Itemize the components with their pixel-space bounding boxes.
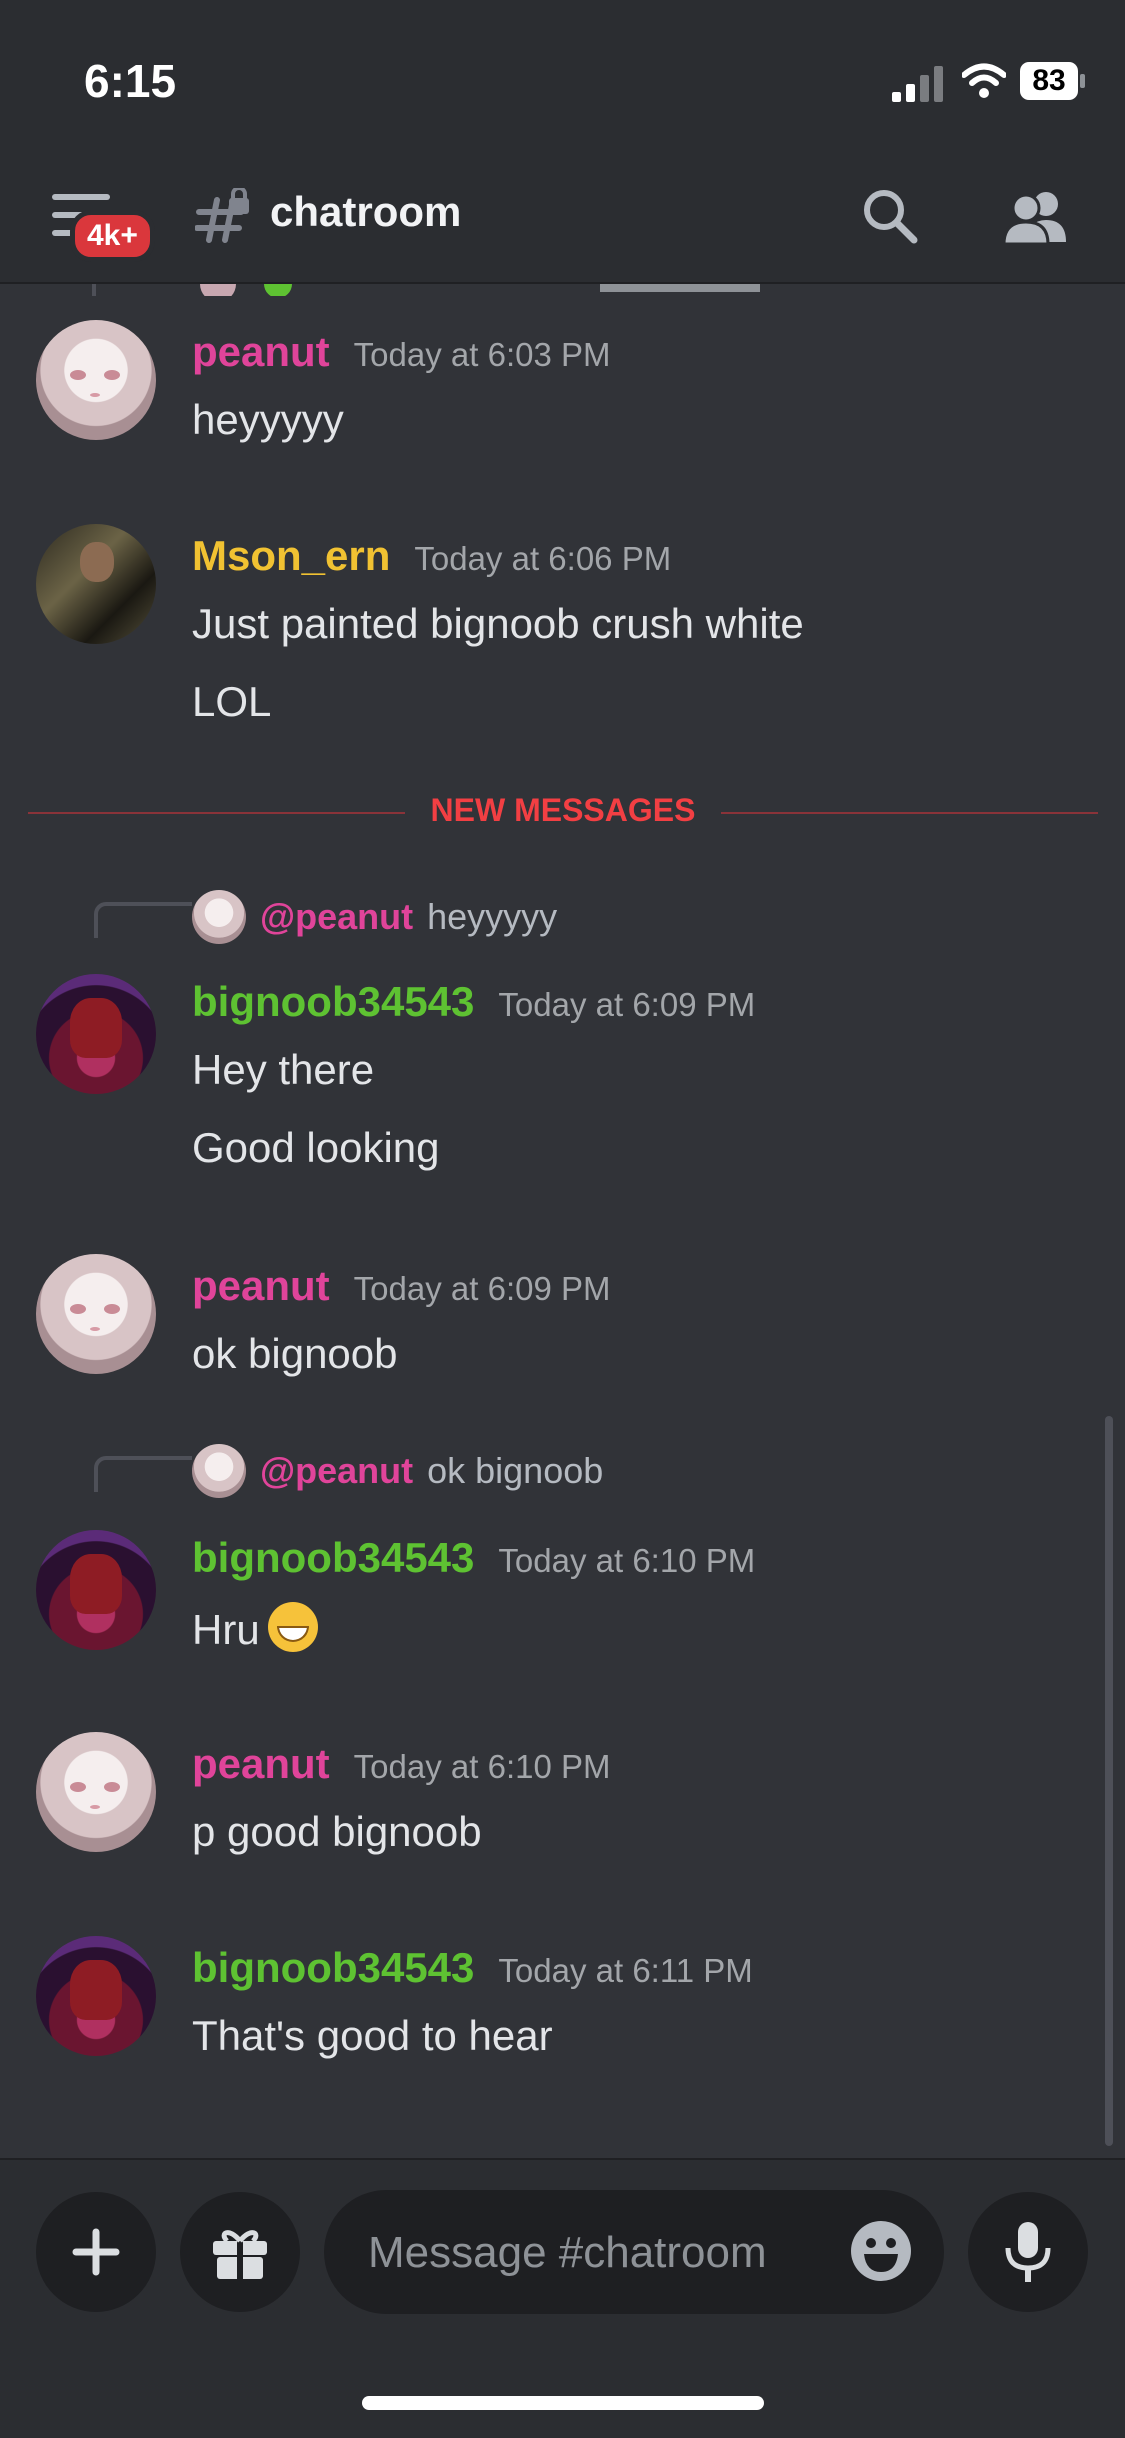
reply-connector [94, 1456, 192, 1492]
avatar[interactable] [36, 974, 156, 1094]
channel-header: 4k+ chatroom [0, 150, 1125, 284]
locked-channel-hash-icon [195, 188, 249, 243]
reply-text: heyyyyy [427, 896, 558, 937]
reply-text: ok bignoob [427, 1450, 604, 1491]
gift-icon [213, 2230, 267, 2279]
battery-indicator: 83 [1020, 62, 1086, 100]
avatar[interactable] [36, 1936, 156, 2056]
timestamp: Today at 6:10 PM [353, 1748, 611, 1785]
home-indicator[interactable] [362, 2396, 764, 2410]
timestamp: Today at 6:09 PM [498, 986, 756, 1023]
timestamp: Today at 6:11 PM [498, 1952, 753, 1989]
battery-level: 83 [1020, 62, 1078, 100]
message-text: That's good to hear [192, 2012, 553, 2059]
search-icon[interactable] [862, 188, 918, 244]
timestamp: Today at 6:10 PM [498, 1542, 756, 1579]
username[interactable]: bignoob34543 [192, 1534, 474, 1582]
username[interactable]: peanut [192, 328, 330, 376]
reply-mention[interactable]: @peanut [260, 896, 413, 938]
emoji-picker-icon[interactable] [850, 2220, 912, 2282]
divider-label: NEW MESSAGES [404, 792, 722, 828]
reply-preview[interactable]: @peanut ok bignoob [192, 1444, 603, 1498]
username[interactable]: peanut [192, 1262, 330, 1310]
message-text: ok bignoob [192, 1330, 398, 1377]
plus-icon [72, 2228, 120, 2276]
add-attachment-button[interactable] [36, 2192, 156, 2312]
wifi-icon [962, 63, 1006, 98]
gift-button[interactable] [180, 2192, 300, 2312]
message-text: Just painted bignoob crush white [192, 600, 804, 647]
battery-tip [1080, 74, 1085, 88]
message-text: Hey there [192, 1046, 375, 1093]
reply-preview[interactable]: @peanut heyyyyy [192, 890, 557, 944]
timestamp: Today at 6:09 PM [353, 1270, 611, 1307]
avatar[interactable] [36, 524, 156, 644]
avatar[interactable] [36, 1254, 156, 1374]
message-input-placeholder: Message #chatroom [368, 2228, 767, 2277]
cellular-signal-icon [892, 66, 943, 102]
chat-scrollbar[interactable] [1105, 1416, 1113, 2146]
truncated-reply-preview [92, 284, 760, 296]
username[interactable]: bignoob34543 [192, 1944, 474, 1992]
avatar[interactable] [36, 320, 156, 440]
username[interactable]: peanut [192, 1740, 330, 1788]
channel-title: chatroom [270, 188, 462, 235]
status-bar: 6:15 83 [0, 0, 1125, 150]
message-text: heyyyyy [192, 396, 344, 443]
timestamp: Today at 6:06 PM [414, 540, 672, 577]
message-list[interactable]: peanut Today at 6:03 PM heyyyyy Mson_ern… [0, 284, 1125, 2156]
message-text: LOL [192, 678, 272, 725]
members-icon[interactable] [1002, 190, 1068, 244]
message-text-content: Hru [192, 1606, 260, 1653]
avatar[interactable] [36, 1530, 156, 1650]
avatar[interactable] [36, 1732, 156, 1852]
unread-badge: 4k+ [70, 210, 155, 262]
username[interactable]: bignoob34543 [192, 978, 474, 1026]
voice-message-button[interactable] [968, 2192, 1088, 2312]
reply-mention[interactable]: @peanut [260, 1450, 413, 1492]
grinning-emoji-icon [267, 1602, 318, 1652]
username[interactable]: Mson_ern [192, 532, 390, 580]
timestamp: Today at 6:03 PM [353, 336, 611, 373]
message-text: p good bignoob [192, 1808, 482, 1855]
message-text: Hru [192, 1602, 318, 1654]
status-time: 6:15 [84, 55, 177, 107]
message-text: Good looking [192, 1124, 440, 1171]
new-messages-divider: NEW MESSAGES [28, 792, 1098, 832]
message-input[interactable]: Message #chatroom [324, 2190, 944, 2314]
microphone-icon [1005, 2222, 1051, 2282]
reply-avatar [192, 1444, 246, 1498]
reply-connector [94, 902, 192, 938]
reply-avatar [192, 890, 246, 944]
